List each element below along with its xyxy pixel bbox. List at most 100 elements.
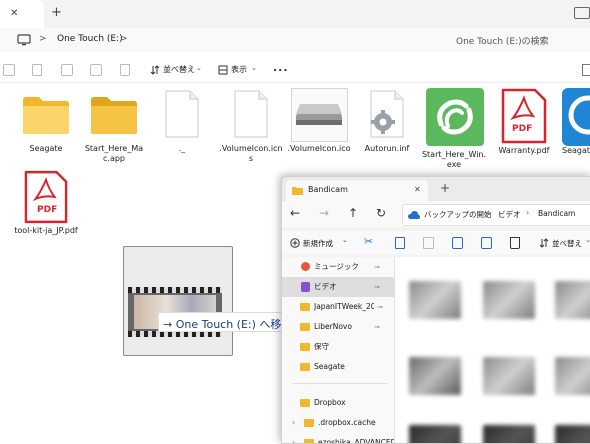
folder-icon xyxy=(91,97,137,134)
video-thumbnail[interactable] xyxy=(409,281,461,319)
sort-button[interactable]: 並べ替え ⌄ xyxy=(537,234,590,252)
file-name: Autorun.inf xyxy=(364,144,410,153)
pin-icon[interactable]: ⊸ xyxy=(374,277,380,297)
bandicam-nav-row: ← → ↑ ↻ バックアップの開始 › ビデオ › Bandicam xyxy=(282,201,590,227)
nav-item-label: ezoshika_ADVANCED xyxy=(318,438,394,444)
folder-icon xyxy=(300,399,310,407)
breadcrumb-separator: › xyxy=(486,208,490,217)
up-arrow-icon[interactable]: ↑ xyxy=(348,206,358,220)
close-tab-icon[interactable]: ✕ xyxy=(10,8,18,19)
pin-icon[interactable]: ⊸ xyxy=(377,297,383,317)
copy-icon[interactable] xyxy=(395,237,405,249)
pin-icon[interactable]: ⊸ xyxy=(374,257,380,277)
video-thumbnail[interactable] xyxy=(555,357,590,395)
folder-icon xyxy=(300,323,310,331)
nav-item-folder[interactable]: LiberNovo ⊸ xyxy=(282,317,394,337)
video-thumbnail[interactable] xyxy=(483,357,535,395)
breadcrumb-item[interactable]: ビデオ xyxy=(498,209,521,220)
pdf-icon xyxy=(501,88,547,144)
minimize-button[interactable] xyxy=(572,0,590,28)
nav-item-folder[interactable]: 保守 xyxy=(282,337,394,357)
file-item[interactable]: PDF tool-kit-ja_JP.pdf xyxy=(14,170,78,240)
nav-item-folder[interactable]: JapanITWeek_2026 ⊸ xyxy=(282,297,394,317)
new-label: 新規作成 xyxy=(303,239,333,248)
breadcrumb-chevron[interactable]: > xyxy=(120,34,128,44)
file-item[interactable]: Seagate xyxy=(14,90,78,158)
search-input[interactable]: One Touch (E:)の検索 xyxy=(446,30,590,50)
forward-arrow-icon[interactable]: → xyxy=(319,206,329,220)
tab-bandicam[interactable]: Bandicam ✕ xyxy=(286,180,428,201)
nav-item-label: 保守 xyxy=(314,342,329,351)
file-name: Seagate xyxy=(29,144,63,153)
chevron-down-icon: ⌄ xyxy=(251,64,257,72)
paste-icon[interactable] xyxy=(61,64,73,76)
file-item[interactable]: .VolumeIcon.icns xyxy=(218,90,284,163)
rename-icon[interactable] xyxy=(452,237,463,249)
blank-file-icon xyxy=(165,90,199,138)
chevron-down-icon: ⌄ xyxy=(196,64,202,72)
nav-item-label: ビデオ xyxy=(314,282,337,291)
address-row: > One Touch (E:) > One Touch (E:)の検索 xyxy=(0,28,590,52)
breadcrumb-item[interactable]: バックアップの開始 xyxy=(424,209,492,220)
chevron-right-icon[interactable]: › xyxy=(292,413,295,433)
chevron-down-icon: ⌄ xyxy=(342,236,348,244)
file-item[interactable]: Seagate xyxy=(560,86,590,158)
pdf-label: PDF xyxy=(37,205,58,215)
chevron-right-icon[interactable]: › xyxy=(292,433,295,443)
drag-tooltip-text: → One Touch (E:) へ移動 xyxy=(163,318,293,331)
nav-item-dropbox[interactable]: Dropbox xyxy=(282,393,394,413)
video-thumbnail[interactable] xyxy=(483,425,535,443)
drive-image-icon xyxy=(296,104,342,125)
nav-item-folder[interactable]: Seagate xyxy=(282,357,394,377)
sort-button[interactable]: 並べ替え ⌄ xyxy=(148,61,204,79)
file-item[interactable]: PDF Warranty.pdf xyxy=(492,86,556,158)
file-item[interactable]: Start_Here_Win.exe xyxy=(420,86,488,169)
drag-tooltip: → One Touch (E:) へ移動 xyxy=(158,312,298,332)
close-tab-icon[interactable]: ✕ xyxy=(414,185,421,194)
cut-icon[interactable] xyxy=(3,64,15,76)
search-placeholder: One Touch (E:)の検索 xyxy=(456,37,549,47)
video-thumbnail[interactable] xyxy=(555,281,590,319)
pin-icon[interactable]: ⊸ xyxy=(374,317,380,337)
video-thumbnail[interactable] xyxy=(555,425,590,443)
copy-icon[interactable] xyxy=(32,64,42,76)
folder-icon xyxy=(300,343,310,351)
video-thumbnail[interactable] xyxy=(483,281,535,319)
file-item[interactable]: Start_Here_Mac.app xyxy=(82,90,146,166)
more-options-button[interactable]: ... xyxy=(273,61,289,74)
new-button[interactable]: 新規作成 ⌄ xyxy=(288,234,350,252)
new-tab-button[interactable]: + xyxy=(51,5,62,20)
breadcrumb-item[interactable]: Bandicam xyxy=(538,209,575,218)
delete-icon[interactable] xyxy=(510,237,520,249)
video-thumbnail[interactable] xyxy=(409,425,461,443)
nav-item-label: .dropbox.cache xyxy=(318,418,376,427)
pdf-label: PDF xyxy=(512,124,533,134)
refresh-icon[interactable]: ↻ xyxy=(376,206,386,220)
back-arrow-icon[interactable]: ← xyxy=(290,206,300,220)
file-item[interactable]: .VolumeIcon.ico xyxy=(286,88,352,158)
details-pane-button[interactable] xyxy=(582,64,590,76)
file-name: Seagate xyxy=(562,146,590,155)
nav-item-folder[interactable]: › .dropbox.cache xyxy=(282,413,394,433)
view-button[interactable]: 表示 ⌄ xyxy=(216,61,258,79)
nav-item-music[interactable]: ミュージック ⊸ xyxy=(282,257,394,277)
file-name: Warranty.pdf xyxy=(498,146,550,155)
nav-item-label: Seagate xyxy=(314,362,345,371)
file-item[interactable]: Autorun.inf xyxy=(356,90,418,158)
file-name: tool-kit-ja_JP.pdf xyxy=(14,226,78,235)
nav-item-video[interactable]: ビデオ ⊸ xyxy=(282,277,394,297)
breadcrumb[interactable]: バックアップの開始 › ビデオ › Bandicam xyxy=(402,204,590,226)
breadcrumb-location[interactable]: One Touch (E:) xyxy=(57,34,123,44)
paste-icon[interactable] xyxy=(423,237,434,249)
new-tab-button[interactable]: + xyxy=(440,181,450,195)
share-icon[interactable] xyxy=(90,64,102,76)
backup-cloud-icon xyxy=(408,211,420,219)
nav-item-folder[interactable]: › ezoshika_ADVANCED xyxy=(282,433,394,444)
folder-icon xyxy=(23,97,69,134)
file-item[interactable]: ._ xyxy=(150,90,214,158)
share-icon[interactable] xyxy=(481,237,492,249)
delete-icon[interactable] xyxy=(120,64,130,76)
tab-active[interactable] xyxy=(0,0,44,28)
video-thumbnail[interactable] xyxy=(409,357,461,395)
cut-icon[interactable]: ✂ xyxy=(364,235,373,248)
